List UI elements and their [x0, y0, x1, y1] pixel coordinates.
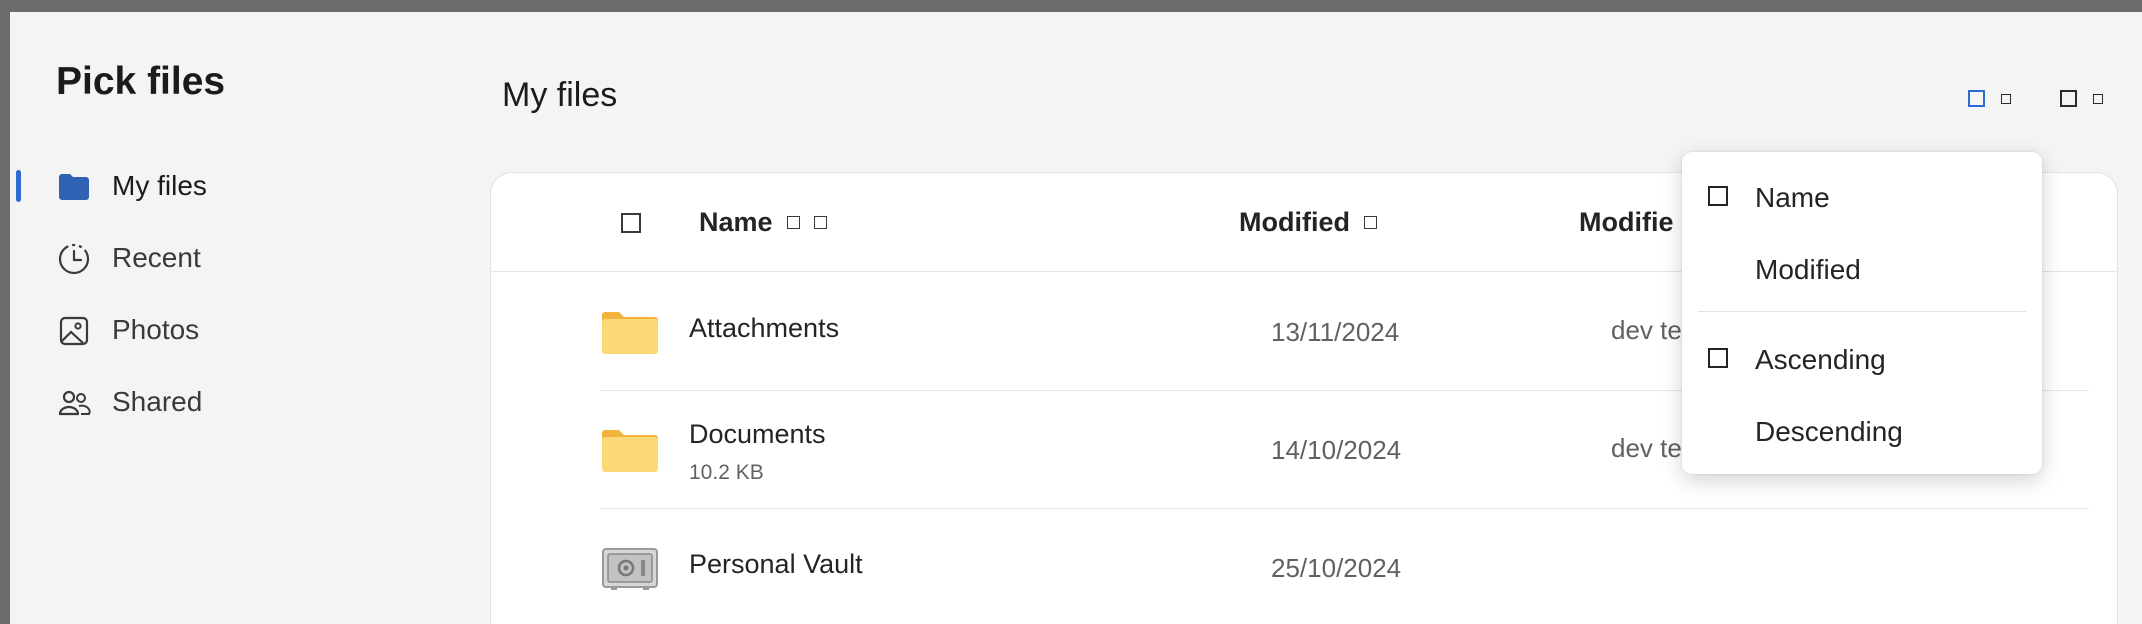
sidebar-item-photos[interactable]: Photos: [10, 294, 430, 366]
column-header-modified-by[interactable]: Modifie: [1579, 207, 1674, 238]
page-title: My files: [502, 76, 618, 114]
column-header-modified[interactable]: Modified: [1239, 207, 1377, 238]
folder-icon: [59, 174, 89, 200]
view-options-button[interactable]: [1968, 90, 2011, 107]
sort-menu-item-descending[interactable]: Descending: [1682, 396, 2042, 464]
sort-options-button[interactable]: [2060, 90, 2103, 107]
file-modified: 25/10/2024: [1271, 553, 1402, 583]
sidebar-nav: My files Recent Photos Shared: [10, 150, 430, 438]
photo-icon: [59, 316, 89, 346]
sidebar-item-my-files[interactable]: My files: [10, 150, 430, 222]
file-modified: 14/10/2024: [1271, 435, 1402, 465]
filter-icon: [813, 216, 827, 229]
select-all-checkbox[interactable]: [621, 213, 641, 233]
people-icon: [58, 390, 91, 416]
clock-icon: [58, 243, 90, 275]
selection-indicator: [16, 170, 21, 202]
sort-menu: Name Modified Ascending Descending: [1682, 152, 2042, 474]
checkmark-icon: [1708, 348, 1728, 368]
app-title: Pick files: [56, 60, 226, 103]
file-name: Attachments: [689, 313, 840, 343]
sort-menu-item-name[interactable]: Name: [1682, 162, 2042, 230]
sidebar-item-label: Recent: [112, 242, 201, 273]
table-row[interactable]: Personal Vault 25/10/2024: [601, 509, 2089, 624]
chevron-down-icon: [2093, 93, 2103, 104]
vault-icon: [602, 548, 658, 590]
chevron-down-icon: [1363, 216, 1377, 229]
file-modified: 13/11/2024: [1271, 317, 1400, 347]
view-icon: [1968, 90, 1985, 107]
sidebar-item-label: Photos: [112, 314, 200, 345]
sort-icon: [2060, 90, 2077, 107]
sidebar-item-recent[interactable]: Recent: [10, 222, 430, 294]
sidebar-item-label: My files: [112, 170, 207, 201]
folder-icon: [602, 430, 658, 472]
checkmark-icon: [1708, 186, 1728, 206]
sort-arrow-icon: [786, 216, 800, 229]
file-name: Personal Vault: [689, 549, 863, 579]
sidebar-item-shared[interactable]: Shared: [10, 366, 430, 438]
column-header-name[interactable]: Name: [699, 207, 827, 238]
sort-menu-item-ascending[interactable]: Ascending: [1682, 324, 2042, 392]
file-picker-window: Pick files My files Recent Photos Shared…: [10, 12, 2142, 624]
file-size: 10.2 KB: [689, 461, 764, 484]
sidebar-item-label: Shared: [112, 386, 203, 417]
menu-divider: [1698, 311, 2026, 312]
file-name: Documents: [689, 419, 826, 449]
folder-icon: [602, 312, 658, 354]
chevron-down-icon: [2001, 93, 2011, 104]
sort-menu-item-modified[interactable]: Modified: [1682, 234, 2042, 302]
